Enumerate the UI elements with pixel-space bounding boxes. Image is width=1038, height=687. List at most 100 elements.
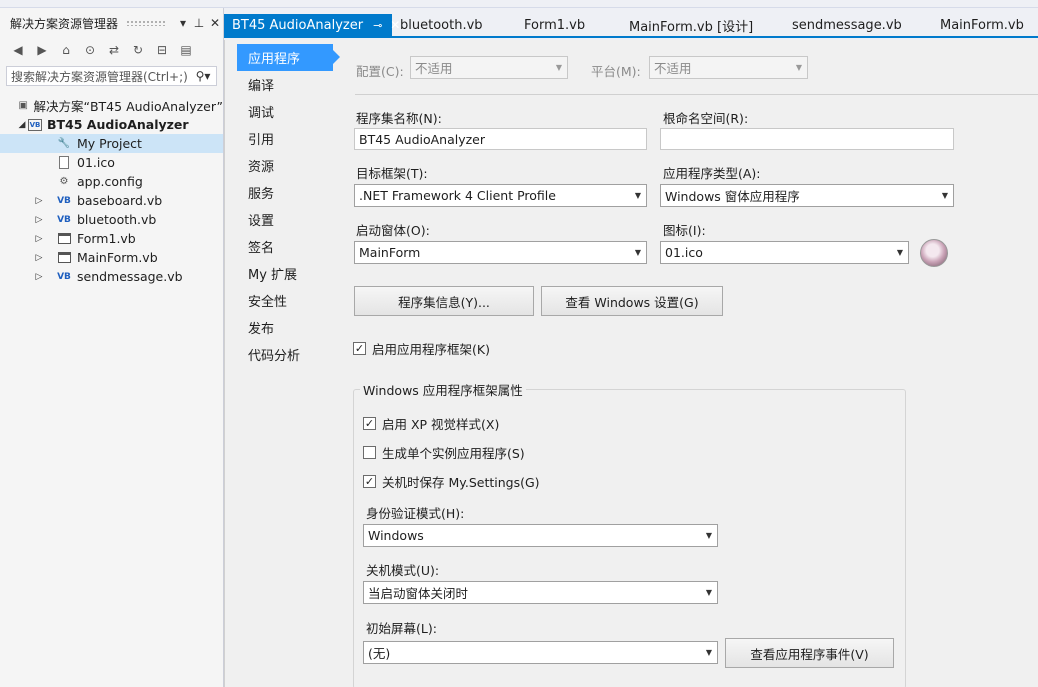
splash-screen-select[interactable]: (无) ▼ [363, 641, 718, 664]
nav-code-analysis[interactable]: 代码分析 [225, 341, 349, 368]
app-icon-preview [920, 239, 948, 267]
chevron-down-icon: ▼ [634, 191, 642, 200]
target-framework-label: 目标框架(T): [356, 166, 428, 181]
solution-explorer-toolbar: ◀ ▶ ⌂ ⊙ ⇄ ↻ ⊟ ▤ [0, 38, 223, 62]
document-tab-strip: BT45 AudioAnalyzer ⊸ ✕ bluetooth.vb Form… [224, 14, 1038, 38]
nav-publish[interactable]: 发布 [225, 314, 349, 341]
chevron-down-icon: ▼ [941, 191, 949, 200]
main-toolbar-strip [0, 0, 1038, 8]
collapse-arrow-icon[interactable]: ◢ [16, 120, 28, 130]
assembly-info-button[interactable]: 程序集信息(Y)... [354, 286, 534, 316]
auth-mode-select[interactable]: Windows ▼ [363, 524, 718, 547]
solution-icon: ▣ [18, 100, 28, 111]
platform-select[interactable]: 不适用 ▼ [649, 56, 808, 79]
expand-arrow-icon[interactable]: ▷ [33, 272, 45, 282]
tree-node-sendmessage[interactable]: ▷ VB sendmessage.vb [0, 267, 223, 286]
nav-debug[interactable]: 调试 [225, 98, 349, 125]
tab-mainform-design[interactable]: MainForm.vb [设计] [621, 14, 784, 36]
config-select[interactable]: 不适用 ▼ [410, 56, 568, 79]
nav-my-extensions[interactable]: My 扩展 [225, 260, 349, 287]
tree-node-form1[interactable]: ▷ Form1.vb [0, 229, 223, 248]
drag-grip[interactable] [126, 20, 167, 26]
divider [355, 94, 1038, 95]
config-icon: ⚙ [59, 176, 69, 187]
chevron-down-icon: ▼ [795, 63, 803, 72]
tab-bluetooth[interactable]: bluetooth.vb [392, 14, 516, 36]
startup-form-label: 启动窗体(O): [356, 223, 430, 238]
tree-node-mainform[interactable]: ▷ MainForm.vb [0, 248, 223, 267]
icon-label: 图标(I): [663, 223, 706, 238]
checkbox-unchecked-icon[interactable] [363, 446, 376, 459]
search-icon[interactable]: ⚲▾ [190, 69, 216, 83]
vb-icon: VB [57, 214, 71, 225]
save-settings-checkbox[interactable]: ✓ 关机时保存 My.Settings(G) [363, 472, 540, 491]
single-instance-checkbox[interactable]: 生成单个实例应用程序(S) [363, 443, 525, 462]
tab-project-properties[interactable]: BT45 AudioAnalyzer ⊸ ✕ [224, 14, 400, 36]
app-type-label: 应用程序类型(A): [663, 166, 761, 181]
nav-settings[interactable]: 设置 [225, 206, 349, 233]
nav-services[interactable]: 服务 [225, 179, 349, 206]
xp-styles-checkbox[interactable]: ✓ 启用 XP 视觉样式(X) [363, 414, 499, 433]
search-input[interactable]: 搜索解决方案资源管理器(Ctrl+;) [11, 68, 190, 85]
close-icon[interactable]: ✕ [207, 16, 223, 30]
target-framework-select[interactable]: .NET Framework 4 Client Profile ▼ [354, 184, 647, 207]
checkbox-checked-icon[interactable]: ✓ [353, 342, 366, 355]
nav-security[interactable]: 安全性 [225, 287, 349, 314]
tab-form1[interactable]: Form1.vb [516, 14, 621, 36]
tree-node-baseboard[interactable]: ▷ VB baseboard.vb [0, 191, 223, 210]
tab-sendmessage[interactable]: sendmessage.vb [784, 14, 932, 36]
root-namespace-label: 根命名空间(R): [663, 111, 749, 126]
form-icon [56, 251, 72, 265]
tree-node-project[interactable]: ◢ VB BT45 AudioAnalyzer [0, 115, 223, 134]
vb-icon: VB [57, 195, 71, 206]
enable-framework-checkbox[interactable]: ✓ 启用应用程序框架(K) [353, 339, 490, 358]
nav-signing[interactable]: 签名 [225, 233, 349, 260]
shutdown-mode-select[interactable]: 当启动窗体关闭时 ▼ [363, 581, 718, 604]
form-icon [56, 232, 72, 246]
dropdown-icon[interactable]: ▾ [175, 16, 191, 30]
nav-application[interactable]: 应用程序 [237, 44, 340, 71]
view-app-events-button[interactable]: 查看应用程序事件(V) [725, 638, 894, 668]
expand-arrow-icon[interactable]: ▷ [33, 196, 45, 206]
back-icon[interactable]: ◀ [8, 40, 28, 60]
chevron-down-icon: ▼ [896, 248, 904, 257]
application-settings: 配置(C): 不适用 ▼ 平台(M): 不适用 ▼ 程序集名称(N): BT45 A… [349, 40, 1038, 687]
sync-icon[interactable]: ⇄ [104, 40, 124, 60]
pending-changes-icon[interactable]: ⊙ [80, 40, 100, 60]
solution-explorer-header: 解决方案资源管理器 ▾ ⊥ ✕ [0, 8, 223, 38]
expand-arrow-icon[interactable]: ▷ [33, 253, 45, 263]
nav-references[interactable]: 引用 [225, 125, 349, 152]
nav-resources[interactable]: 资源 [225, 152, 349, 179]
show-all-files-icon[interactable]: ▤ [176, 40, 196, 60]
assembly-name-field[interactable]: BT45 AudioAnalyzer [354, 128, 647, 150]
expand-arrow-icon[interactable]: ▷ [33, 234, 45, 244]
nav-compile[interactable]: 编译 [225, 71, 349, 98]
tree-node-solution[interactable]: ▣ 解决方案“BT45 AudioAnalyzer” [0, 96, 223, 115]
checkbox-checked-icon[interactable]: ✓ [363, 475, 376, 488]
home-icon[interactable]: ⌂ [56, 40, 76, 60]
refresh-icon[interactable]: ↻ [128, 40, 148, 60]
app-type-select[interactable]: Windows 窗体应用程序 ▼ [660, 184, 954, 207]
tree-node-my-project[interactable]: 🔧 My Project [0, 134, 223, 153]
chevron-down-icon: ▼ [705, 531, 713, 540]
tab-mainform[interactable]: MainForm.vb [932, 14, 1032, 36]
checkbox-checked-icon[interactable]: ✓ [363, 417, 376, 430]
config-label: 配置(C): [356, 64, 404, 79]
expand-arrow-icon[interactable]: ▷ [33, 215, 45, 225]
solution-search-box[interactable]: 搜索解决方案资源管理器(Ctrl+;) ⚲▾ [6, 66, 217, 86]
splash-screen-label: 初始屏幕(L): [366, 621, 437, 636]
icon-select[interactable]: 01.ico ▼ [660, 241, 909, 264]
collapse-all-icon[interactable]: ⊟ [152, 40, 172, 60]
tree-node-bluetooth[interactable]: ▷ VB bluetooth.vb [0, 210, 223, 229]
root-namespace-field[interactable] [660, 128, 954, 150]
tree-node-app-config[interactable]: ⚙ app.config [0, 172, 223, 191]
pin-icon[interactable]: ⊥ [191, 16, 207, 30]
auth-mode-label: 身份验证模式(H): [366, 506, 465, 521]
project-properties-page: 应用程序 编译 调试 引用 资源 服务 设置 签名 My 扩展 安全性 发布 代… [224, 40, 1038, 687]
forward-icon[interactable]: ▶ [32, 40, 52, 60]
tree-node-ico[interactable]: 01.ico [0, 153, 223, 172]
startup-form-select[interactable]: MainForm ▼ [354, 241, 647, 264]
chevron-down-icon: ▼ [705, 648, 713, 657]
pin-icon[interactable]: ⊸ [373, 19, 382, 32]
view-windows-settings-button[interactable]: 查看 Windows 设置(G) [541, 286, 723, 316]
